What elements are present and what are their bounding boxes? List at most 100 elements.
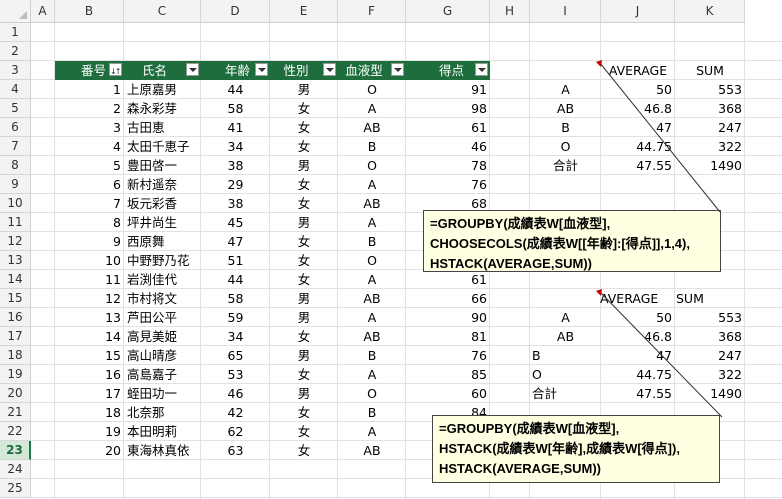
result2-group-label: O xyxy=(532,367,542,382)
row-header-21[interactable]: 21 xyxy=(0,403,31,422)
column-header-B[interactable]: B xyxy=(55,0,124,23)
row-header-7[interactable]: 7 xyxy=(0,137,31,156)
row-header-13[interactable]: 13 xyxy=(0,251,31,270)
grid-line xyxy=(31,497,782,498)
row-header-9[interactable]: 9 xyxy=(0,175,31,194)
table-cell-gender: 女 xyxy=(297,101,311,116)
table-header-label: 年齢 xyxy=(224,63,250,78)
table-cell-name: 東海林真依 xyxy=(127,443,190,458)
table-header-label: 氏名 xyxy=(141,63,167,78)
row-header-1[interactable]: 1 xyxy=(0,23,31,42)
table-cell-score: 61 xyxy=(471,120,487,135)
filter-dropdown-icon[interactable] xyxy=(391,63,404,76)
table-cell-score: 90 xyxy=(471,310,487,325)
table-cell-number: 16 xyxy=(105,367,121,382)
result2-average: 47.55 xyxy=(636,386,672,401)
table-cell-bloodtype: A xyxy=(367,177,377,192)
table-header-label: 得点 xyxy=(438,63,464,78)
table-cell-gender: 男 xyxy=(297,348,311,363)
row-header-5[interactable]: 5 xyxy=(0,99,31,118)
column-header-D[interactable]: D xyxy=(201,0,270,23)
table-header-cell: 血液型 xyxy=(338,61,406,80)
spreadsheet-grid[interactable]: A B C D E F G H I J K 1 2 3 4 5 6 7 8 9 10 11 12 13 14 15 16 17 18 19… xyxy=(0,0,782,499)
callout-formula-line: CHOOSECOLS(成績表W[[年齢]:[得点]],1,4), xyxy=(430,236,690,251)
table-cell-score: 46 xyxy=(471,139,487,154)
result1-header-sum: SUM xyxy=(696,63,724,78)
row-header-11[interactable]: 11 xyxy=(0,213,31,232)
table-cell-score: 91 xyxy=(471,82,487,97)
select-all-corner[interactable] xyxy=(0,0,31,23)
row-header-4[interactable]: 4 xyxy=(0,80,31,99)
result2-group-label: AB xyxy=(556,329,575,344)
table-cell-number: 13 xyxy=(105,310,121,325)
column-header-I[interactable]: I xyxy=(530,0,601,23)
result2-header-average: AVERAGE xyxy=(600,291,659,306)
row-header-16[interactable]: 16 xyxy=(0,308,31,327)
callout-formula-line: =GROUPBY(成績表W[血液型], xyxy=(430,216,611,231)
filter-dropdown-icon[interactable] xyxy=(475,63,488,76)
row-header-18[interactable]: 18 xyxy=(0,346,31,365)
row-header-3[interactable]: 3 xyxy=(0,61,31,80)
column-header-E[interactable]: E xyxy=(270,0,338,23)
result2-average: 46.8 xyxy=(644,329,672,344)
table-header-cell: 番号 xyxy=(55,61,124,81)
grid-line xyxy=(31,41,782,42)
callout-formula-line: HSTACK(AVERAGE,SUM)) xyxy=(430,256,593,271)
table-header-label: 血液型 xyxy=(345,63,383,78)
column-header-C[interactable]: C xyxy=(124,0,201,23)
table-cell-number: 18 xyxy=(105,405,121,420)
result2-average: 47 xyxy=(656,348,672,363)
row-header-23[interactable]: 23 xyxy=(0,441,31,460)
result1-sum: 553 xyxy=(718,82,742,97)
table-cell-bloodtype: AB xyxy=(363,443,381,458)
column-header-H[interactable]: H xyxy=(490,0,530,23)
row-header-15[interactable]: 15 xyxy=(0,289,31,308)
row-header-14[interactable]: 14 xyxy=(0,270,31,289)
result1-group-label: O xyxy=(560,139,571,154)
table-cell-name: 豊田啓一 xyxy=(127,158,178,173)
result1-average: 47 xyxy=(656,120,672,135)
table-cell-score: 81 xyxy=(471,329,487,344)
result2-average: 44.75 xyxy=(636,367,672,382)
table-cell-bloodtype: A xyxy=(367,367,377,382)
result1-group-label: 合計 xyxy=(552,158,578,173)
table-cell-gender: 女 xyxy=(297,272,311,287)
table-cell-name: 高山晴彦 xyxy=(127,348,178,363)
row-header-25[interactable]: 25 xyxy=(0,479,31,498)
column-header-F[interactable]: F xyxy=(338,0,406,23)
row-header-8[interactable]: 8 xyxy=(0,156,31,175)
table-cell-number: 9 xyxy=(113,234,121,249)
filter-dropdown-icon[interactable] xyxy=(323,63,336,76)
row-header-10[interactable]: 10 xyxy=(0,194,31,213)
sort-filter-icon[interactable] xyxy=(109,62,122,81)
filter-dropdown-icon[interactable] xyxy=(186,63,199,76)
table-cell-score: 98 xyxy=(471,101,487,116)
column-header-J[interactable]: J xyxy=(601,0,675,23)
table-cell-bloodtype: A xyxy=(367,310,377,325)
table-cell-name: 岩渕佳代 xyxy=(127,272,178,287)
table-cell-name: 森永彩芽 xyxy=(127,101,178,116)
row-header-12[interactable]: 12 xyxy=(0,232,31,251)
table-cell-gender: 女 xyxy=(297,234,311,249)
row-header-20[interactable]: 20 xyxy=(0,384,31,403)
row-header-17[interactable]: 17 xyxy=(0,327,31,346)
table-cell-name: 芦田公平 xyxy=(127,310,178,325)
row-header-19[interactable]: 19 xyxy=(0,365,31,384)
result2-group-label: B xyxy=(532,348,541,363)
grid-line xyxy=(744,23,745,499)
row-header-24[interactable]: 24 xyxy=(0,460,31,479)
table-header-label: 性別 xyxy=(283,63,309,78)
table-header-cell: 性別 xyxy=(270,61,338,80)
table-cell-score: 60 xyxy=(471,386,487,401)
column-header-K[interactable]: K xyxy=(675,0,745,23)
column-header-A[interactable]: A xyxy=(31,0,55,23)
result1-sum: 368 xyxy=(718,101,742,116)
row-header-22[interactable]: 22 xyxy=(0,422,31,441)
row-header-2[interactable]: 2 xyxy=(0,42,31,61)
column-header-G[interactable]: G xyxy=(406,0,490,23)
row-header-6[interactable]: 6 xyxy=(0,118,31,137)
result2-header-sum: SUM xyxy=(676,291,704,306)
result2-sum: 553 xyxy=(718,310,742,325)
filter-dropdown-icon[interactable] xyxy=(255,63,268,76)
table-cell-gender: 男 xyxy=(297,158,311,173)
